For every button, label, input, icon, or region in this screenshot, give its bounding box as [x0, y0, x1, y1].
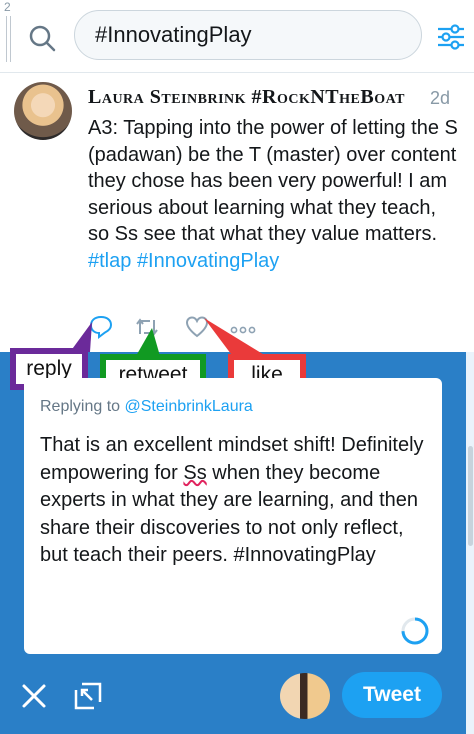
replying-to: Replying to @SteinbrinkLaura — [40, 398, 253, 416]
search-icon[interactable] — [28, 24, 56, 52]
filter-settings-icon[interactable] — [436, 22, 466, 52]
hashtag-innovatingplay[interactable]: #InnovatingPlay — [137, 250, 279, 272]
popout-icon[interactable] — [72, 680, 104, 712]
tweet-author[interactable]: Laura Steinbrink #RockNTheBoat — [88, 86, 418, 109]
search-input[interactable]: #InnovatingPlay — [74, 10, 422, 60]
reply-draft-text[interactable]: That is an excellent mindset shift! Defi… — [40, 432, 432, 570]
reply-textbox[interactable]: Replying to @SteinbrinkLaura That is an … — [24, 378, 442, 654]
line-number: 2 — [4, 0, 11, 14]
tweet-body: A3: Tapping into the power of letting th… — [88, 117, 458, 245]
tweet-button[interactable]: Tweet — [342, 672, 442, 718]
replying-to-handle[interactable]: @SteinbrinkLaura — [125, 398, 253, 415]
close-icon[interactable] — [18, 680, 50, 712]
hashtag-tlap[interactable]: #tlap — [88, 250, 131, 272]
account-avatar[interactable] — [280, 673, 330, 719]
tweet-text: A3: Tapping into the power of letting th… — [88, 115, 458, 274]
drag-handle[interactable] — [6, 16, 11, 62]
tweet-timestamp[interactable]: 2d — [430, 88, 450, 109]
author-avatar[interactable] — [14, 82, 72, 140]
spellcheck-word: Ss — [183, 461, 207, 484]
header-divider — [0, 72, 474, 73]
replying-to-prefix: Replying to — [40, 398, 125, 415]
character-count-ring-icon — [401, 617, 429, 645]
scrollbar-thumb[interactable] — [468, 446, 473, 546]
